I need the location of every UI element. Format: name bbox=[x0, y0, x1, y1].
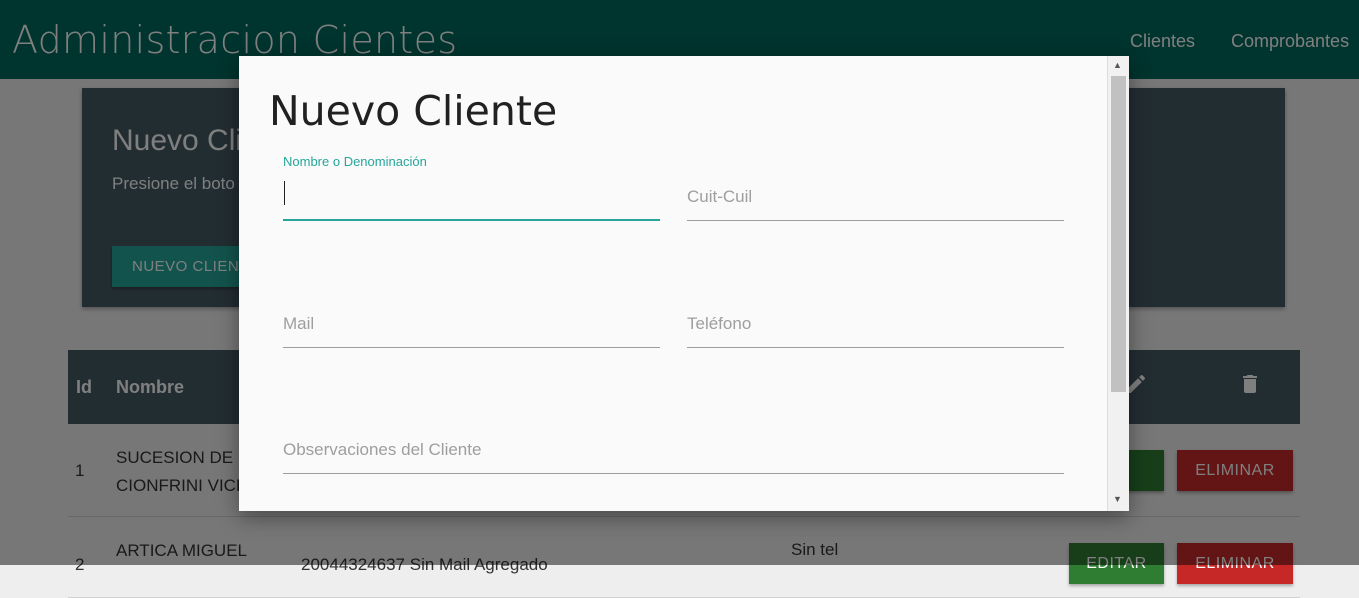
modal-title: Nuevo Cliente bbox=[269, 87, 558, 135]
cuit-underline bbox=[687, 220, 1064, 221]
nombre-underline bbox=[283, 219, 660, 221]
telefono-field[interactable]: Teléfono bbox=[687, 288, 1064, 348]
modal-scrollbar[interactable]: ▲ ▼ bbox=[1107, 56, 1129, 511]
observaciones-field[interactable]: Observaciones del Cliente bbox=[283, 414, 1064, 474]
scroll-up-arrow-icon[interactable]: ▲ bbox=[1113, 60, 1122, 70]
telefono-placeholder: Teléfono bbox=[687, 314, 752, 333]
telefono-underline bbox=[687, 347, 1064, 348]
text-caret bbox=[284, 181, 285, 205]
nombre-label: Nombre o Denominación bbox=[283, 154, 427, 169]
observaciones-underline bbox=[283, 473, 1064, 474]
observaciones-placeholder: Observaciones del Cliente bbox=[283, 440, 482, 459]
cuit-placeholder: Cuit-Cuil bbox=[687, 187, 753, 206]
nombre-field[interactable]: Nombre o Denominación bbox=[283, 154, 660, 221]
mail-underline bbox=[283, 347, 660, 348]
mail-field[interactable]: Mail bbox=[283, 288, 660, 348]
scroll-down-arrow-icon[interactable]: ▼ bbox=[1113, 494, 1122, 504]
scrollbar-thumb[interactable] bbox=[1111, 76, 1126, 392]
cuit-field[interactable]: Cuit-Cuil bbox=[687, 161, 1064, 221]
mail-placeholder: Mail bbox=[283, 314, 315, 333]
new-client-modal: Nuevo Cliente Nombre o Denominación Cuit… bbox=[239, 56, 1129, 511]
